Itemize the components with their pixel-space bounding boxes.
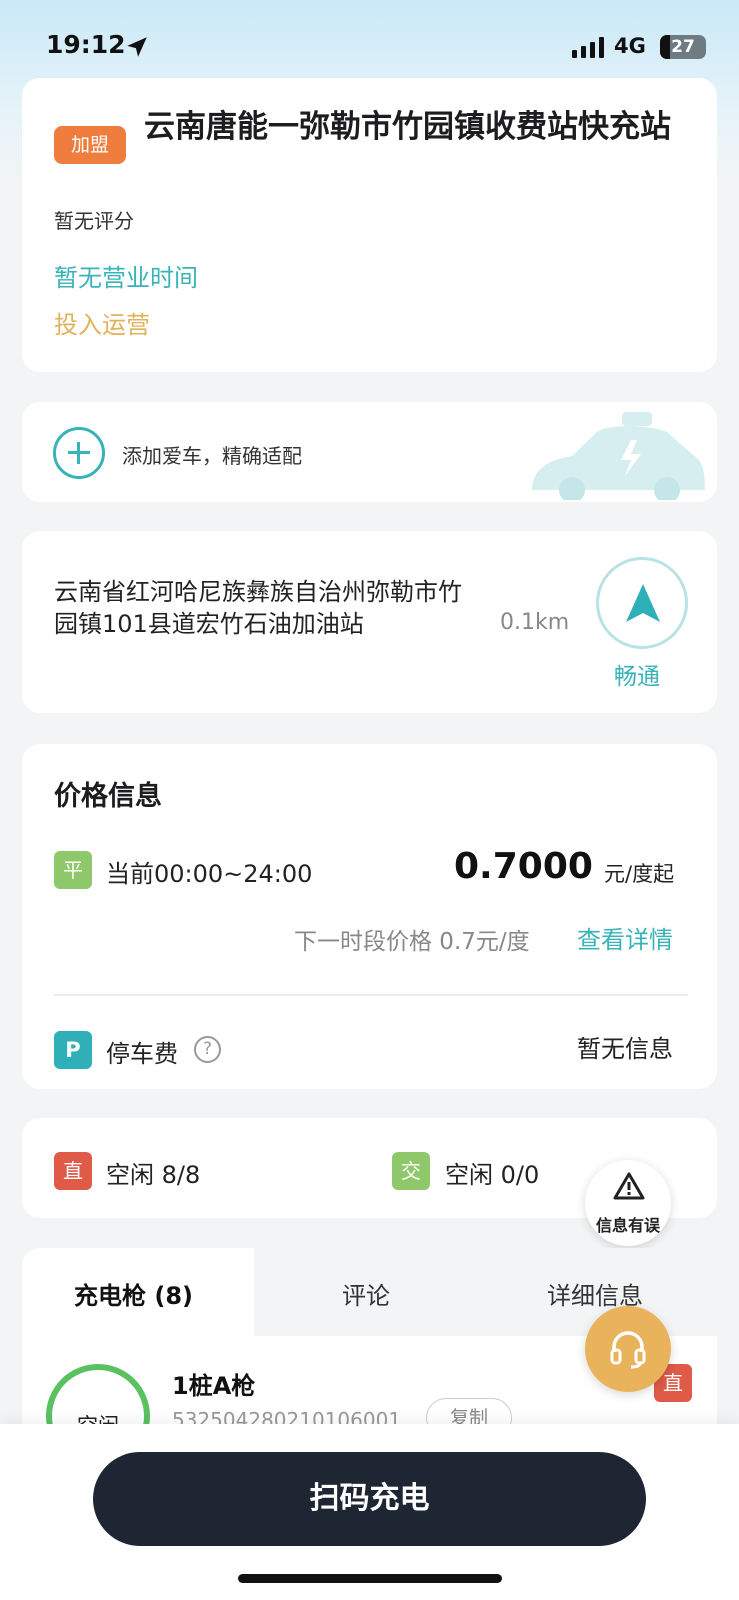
- parking-fee-value: 暂无信息: [577, 1035, 673, 1063]
- current-period: 当前00:00~24:00: [106, 860, 313, 888]
- parking-fee-label: 停车费: [106, 1040, 178, 1068]
- price-card: 价格信息 平 当前00:00~24:00 0.7000 元/度起 下一时段价格 …: [22, 744, 717, 1089]
- station-name: 云南唐能一弥勒市竹园镇收费站快充站: [144, 109, 671, 145]
- tab-guns[interactable]: 充电枪 (8): [22, 1248, 254, 1336]
- station-info-card: 加盟 云南唐能一弥勒市竹园镇收费站快充站 暂无评分 暂无营业时间 投入运营: [22, 78, 717, 372]
- divider: [54, 994, 688, 996]
- price-value: 0.7000: [454, 846, 593, 887]
- network-type: 4G: [614, 34, 646, 58]
- address-card: 云南省红河哈尼族彝族自治州弥勒市竹园镇101县道宏竹石油加油站 0.1km 畅通: [22, 531, 717, 713]
- station-rating: 暂无评分: [54, 209, 134, 233]
- plus-circle-icon[interactable]: [53, 427, 105, 479]
- ac-availability: 空闲 0/0: [445, 1161, 540, 1189]
- parking-icon: P: [54, 1031, 92, 1069]
- traffic-status: 畅通: [614, 664, 660, 690]
- dc-badge: 直: [54, 1152, 92, 1190]
- status-bar: 19:12 4G 27: [0, 0, 739, 80]
- signal-icon: [572, 37, 604, 58]
- view-price-detail-link[interactable]: 查看详情: [577, 920, 673, 955]
- report-error-button[interactable]: 信息有误: [585, 1160, 671, 1246]
- operation-status: 投入运营: [54, 311, 150, 339]
- navigation-arrow-icon: [626, 584, 660, 622]
- flat-period-badge: 平: [54, 851, 92, 889]
- dc-availability: 空闲 8/8: [106, 1161, 201, 1189]
- car-illustration-icon: [532, 412, 705, 500]
- price-section-title: 价格信息: [54, 781, 162, 812]
- help-icon[interactable]: ?: [194, 1036, 221, 1063]
- price-unit: 元/度起: [604, 862, 675, 886]
- tab-guns-label[interactable]: 充电枪 (8): [74, 1276, 193, 1311]
- headset-icon: [610, 1331, 646, 1369]
- gun-name[interactable]: 1桩A枪: [172, 1366, 255, 1401]
- add-car-card[interactable]: 添加爱车，精确适配: [22, 402, 717, 502]
- report-error-label: 信息有误: [595, 1216, 660, 1235]
- ac-badge: 交: [392, 1152, 430, 1190]
- add-car-label[interactable]: 添加爱车，精确适配: [122, 440, 302, 469]
- home-indicator: [238, 1574, 502, 1583]
- bottom-bar: 扫码充电: [0, 1424, 739, 1600]
- scan-to-charge-button[interactable]: 扫码充电: [93, 1452, 646, 1546]
- business-hours: 暂无营业时间: [54, 264, 198, 292]
- franchise-tag: 加盟: [54, 126, 126, 164]
- station-address: 云南省红河哈尼族彝族自治州弥勒市竹园镇101县道宏竹石油加油站: [54, 578, 462, 638]
- next-period-price: 下一时段价格 0.7元/度: [294, 929, 530, 955]
- location-arrow-icon: [127, 37, 147, 57]
- status-time: 19:12: [46, 30, 126, 59]
- navigate-button[interactable]: [596, 557, 688, 649]
- warning-icon: [613, 1172, 645, 1200]
- tab-comments[interactable]: 评论: [342, 1276, 390, 1311]
- battery-icon: 27: [660, 35, 706, 59]
- distance: 0.1km: [500, 610, 570, 635]
- customer-service-button[interactable]: [585, 1306, 671, 1392]
